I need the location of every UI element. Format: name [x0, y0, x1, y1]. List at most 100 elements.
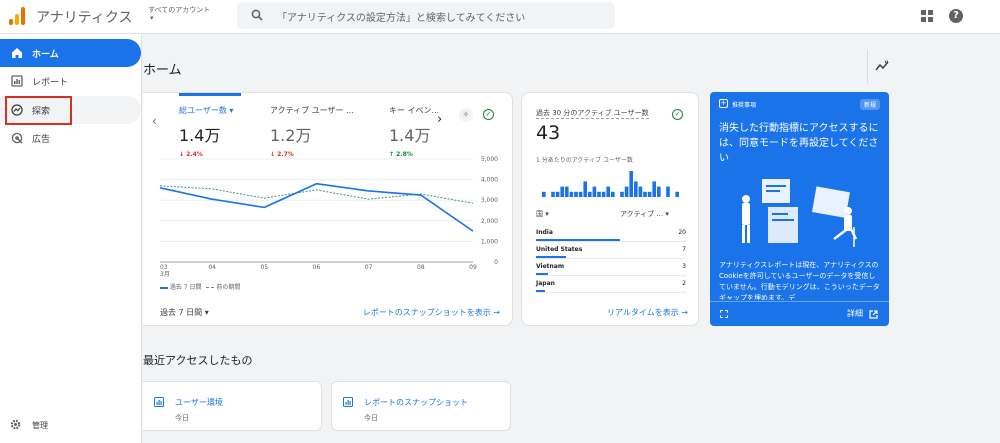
country-users: 2	[682, 280, 686, 287]
overview-line-chart: 0 1,000 2,000 3,000 4,000 5,000 03 04 05 06 07 08 09…	[159, 156, 498, 278]
open-in-new-icon[interactable]	[869, 310, 878, 319]
recent-item-label: レポートのスナップショット	[364, 398, 468, 407]
chart-legend: 過去 7 日間 前の期間	[160, 282, 240, 291]
country-users: 7	[682, 246, 686, 253]
nav-item-advertising[interactable]: 広告	[0, 124, 141, 152]
minute-bar	[652, 181, 656, 197]
advertising-icon	[11, 132, 23, 144]
minute-bar	[565, 186, 569, 197]
recommendation-illustration	[742, 179, 858, 247]
date-range-dropdown[interactable]: 過去 7 日間 ▾	[160, 307, 209, 318]
country-users: 3	[682, 263, 686, 270]
home-icon	[12, 48, 22, 58]
search-bar[interactable]: 「アナリティクスの設定方法」と検索してみてください	[237, 2, 615, 29]
x-tick-label: 05	[261, 264, 269, 271]
fullscreen-icon[interactable]	[720, 310, 728, 318]
minute-bar	[624, 186, 629, 197]
country-row: Japan 2	[536, 280, 686, 297]
nav-label-advertising: 広告	[32, 135, 51, 145]
recent-section-title: 最近アクセスしたもの	[143, 354, 253, 367]
account-picker-caret[interactable]: ▾	[150, 14, 154, 22]
country-name: Japan	[536, 280, 555, 287]
realtime-label: 過去 30 分のアクティブ ユーザー数	[536, 109, 649, 119]
y-tick-label: 3,000	[481, 197, 498, 204]
legend-label-current: 過去 7 日間	[169, 284, 202, 291]
details-link[interactable]: 詳細	[847, 308, 863, 319]
search-input[interactable]: 「アナリティクスの設定方法」と検索してみてください	[277, 9, 525, 24]
nav-label-admin: 管理	[32, 421, 48, 430]
row-divider	[536, 241, 686, 242]
y-tick-label: 1,000	[481, 238, 498, 245]
x-tick-label: 06	[313, 264, 321, 271]
insights-icon[interactable]	[875, 60, 889, 72]
analytics-logo[interactable]	[9, 7, 25, 25]
minute-bar	[647, 191, 652, 197]
y-tick-label: 2,000	[481, 218, 498, 225]
minute-bar	[551, 191, 555, 197]
y-tick-label: 0	[494, 259, 498, 266]
country-name: Vietnam	[536, 263, 565, 270]
minute-bar	[611, 191, 615, 197]
country-row: India 20	[536, 229, 686, 246]
top-app-bar: アナリティクス すべてのアカウント ▾ 「アナリティクスの設定方法」と検索してみ…	[0, 0, 1000, 34]
report-icon	[343, 397, 353, 407]
realtime-sublabel: 1 分あたりのアクティブ ユーザー数	[536, 157, 633, 164]
page-title: ホーム	[143, 63, 182, 78]
minute-bar	[574, 191, 578, 197]
minute-bar	[675, 191, 679, 197]
x-tick-label: 08	[417, 264, 425, 271]
row-divider	[536, 275, 686, 276]
share-bar	[536, 290, 545, 292]
minute-bar	[620, 191, 624, 197]
legend-swatch-current	[160, 286, 168, 289]
country-users: 20	[678, 229, 686, 236]
highlight-box-explore	[5, 96, 72, 125]
recommendation-header: 推奨事項	[732, 102, 757, 109]
account-picker-label[interactable]: すべてのアカウント	[148, 5, 210, 15]
x-tick-label: 07	[365, 264, 373, 271]
recent-item-user-environment[interactable]: ユーザー環境 今日	[143, 381, 322, 431]
share-bar	[536, 256, 566, 258]
country-row: Vietnam 3	[536, 263, 686, 280]
x-tick-label: 03	[160, 264, 168, 271]
recommendation-body: アナリティクスレポートは現在、アナリティクスのCookieを許可しているユーザー…	[719, 261, 880, 300]
share-bar	[536, 273, 548, 275]
minute-bar	[560, 186, 564, 197]
report-icon	[154, 397, 164, 407]
column-header-country[interactable]: 国 ▾	[536, 209, 549, 219]
minute-bar	[542, 191, 546, 197]
nav-item-home[interactable]: ホーム	[0, 39, 141, 67]
help-icon[interactable]: ?	[949, 9, 963, 23]
gear-icon	[10, 419, 21, 430]
country-name: United States	[536, 246, 583, 253]
recent-item-report-snapshot[interactable]: レポートのスナップショット 今日	[331, 381, 511, 431]
minute-bar	[597, 191, 601, 197]
recommendation-icon: +	[719, 99, 728, 108]
recommendation-card: + 推奨事項 新規 消失した行動指標にアクセスするには、同意モードを再設定してく…	[710, 92, 889, 326]
country-name: India	[536, 229, 553, 236]
recent-item-label: ユーザー環境	[175, 398, 223, 407]
check-circle-icon[interactable]: ✓	[672, 109, 683, 120]
view-realtime-link[interactable]: リアルタイムを表示 →	[607, 307, 688, 318]
apps-grid-icon[interactable]	[921, 10, 933, 22]
y-tick-label: 4,000	[481, 177, 498, 184]
minute-bar	[606, 186, 610, 197]
recommendation-title: 消失した行動指標にアクセスするには、同意モードを再設定してください	[719, 123, 879, 164]
minute-bar	[578, 191, 583, 197]
legend-label-previous: 前の期間	[216, 284, 241, 291]
column-header-active-users[interactable]: アクティブ ... ▾	[620, 209, 669, 219]
nav-item-admin[interactable]: 管理	[10, 419, 48, 432]
minute-bar	[634, 181, 638, 197]
realtime-card: 過去 30 分のアクティブ ユーザー数 ✓ 43 1 分あたりのアクティブ ユー…	[521, 92, 699, 326]
app-title: アナリティクス	[36, 10, 133, 26]
reports-icon	[11, 75, 23, 87]
view-snapshot-link[interactable]: レポートのスナップショットを表示 →	[363, 307, 500, 318]
legend-swatch-previous	[206, 287, 215, 288]
y-tick-label: 5,000	[481, 156, 498, 163]
minute-bar-chart	[542, 171, 679, 197]
new-badge: 新規	[859, 99, 880, 110]
minute-bar	[638, 186, 643, 197]
nav-item-reports[interactable]: レポート	[0, 67, 141, 95]
overview-card: ‹ 総ユーザー数 ▾ 1.4万 ↓ 2.4% アクティブ ユーザー ... 1.…	[143, 92, 513, 326]
recommendation-footer: 詳細	[710, 301, 889, 326]
